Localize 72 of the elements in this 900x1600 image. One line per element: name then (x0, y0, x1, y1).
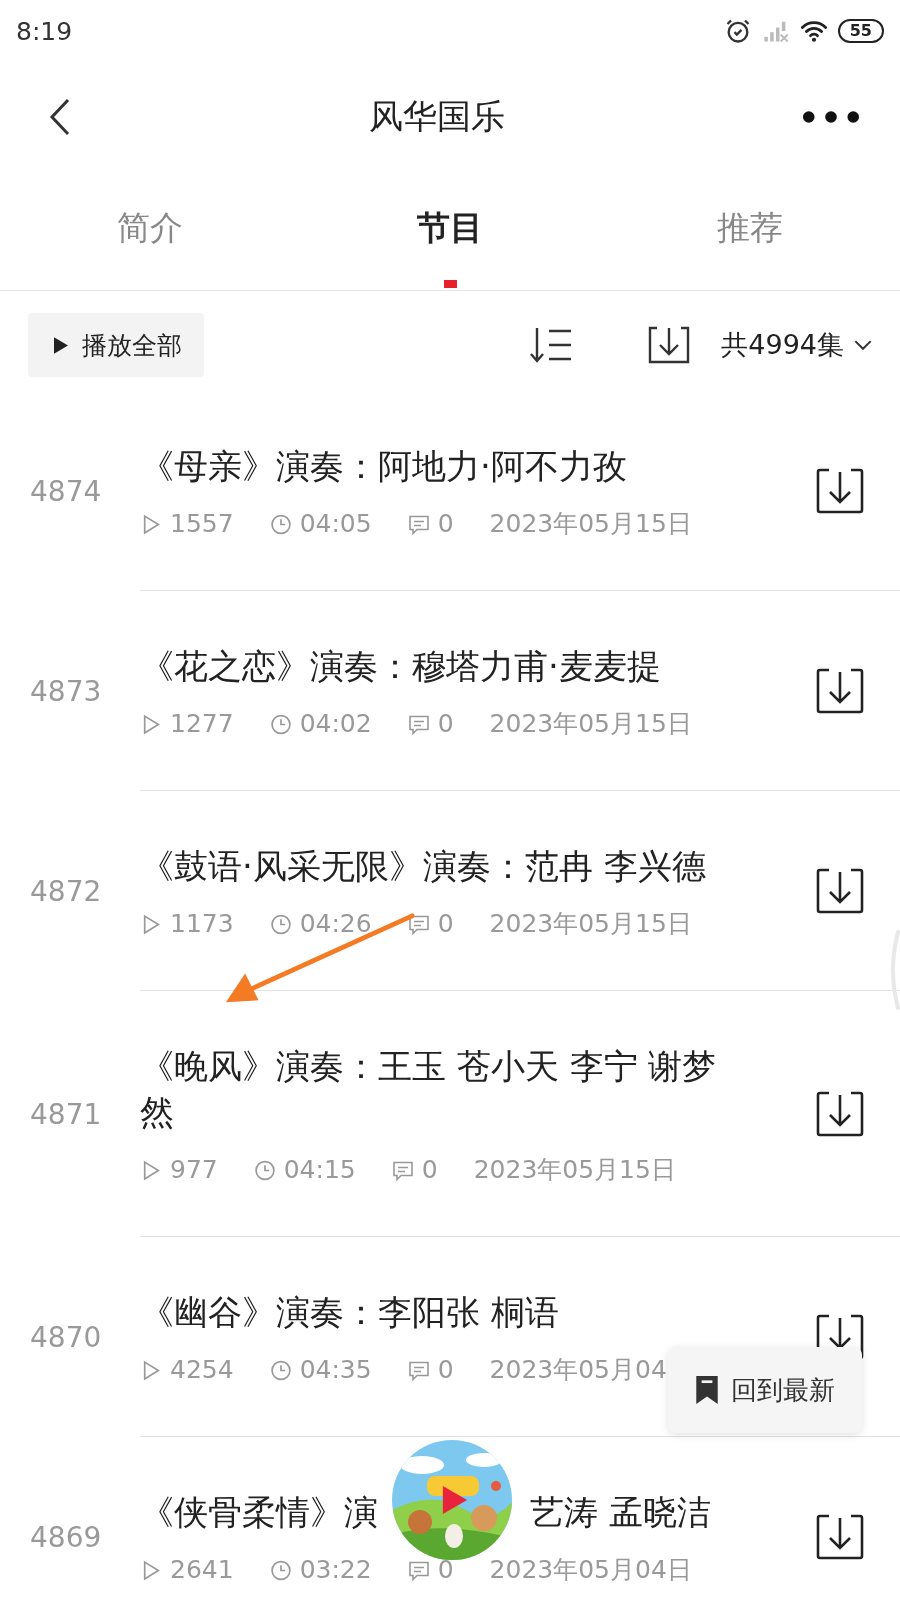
more-icon[interactable] (802, 110, 860, 124)
play-icon[interactable] (441, 1484, 469, 1516)
clock-icon (269, 1359, 292, 1381)
tab-indicator (443, 280, 457, 288)
download-icon[interactable] (816, 1514, 864, 1560)
duration: 04:02 (299, 709, 372, 739)
status-time: 8:19 (16, 16, 73, 46)
comment-count: 0 (421, 1155, 438, 1185)
episode-title[interactable]: 《晚风》演奏：王玉 苍小天 李宁 谢梦然 (140, 1043, 730, 1135)
duration: 04:15 (283, 1155, 356, 1185)
play-icon (54, 336, 68, 354)
publish-date: 2023年05月15日 (473, 1155, 676, 1185)
comment-count: 0 (437, 509, 454, 539)
play-count: 977 (170, 1155, 218, 1185)
battery-indicator: 55 (837, 19, 884, 43)
publish-date: 2023年05月04日 (489, 1555, 692, 1585)
chevron-down-icon (854, 339, 872, 351)
play-all-button[interactable]: 播放全部 (28, 313, 204, 377)
episode-number: 4874 (29, 474, 103, 508)
clock-icon (269, 513, 292, 535)
play-count: 1277 (170, 709, 234, 739)
duration: 03:22 (299, 1555, 372, 1585)
comment-count: 0 (437, 1555, 454, 1585)
clock-icon (253, 1159, 276, 1181)
publish-date: 2023年05月15日 (489, 909, 692, 939)
episode-number: 4870 (29, 1320, 103, 1354)
play-count: 1173 (170, 909, 234, 939)
episode-title[interactable]: 《母亲》演奏：阿地力·阿不力孜 (140, 443, 627, 489)
clock-icon (269, 713, 292, 735)
comment-count: 0 (437, 1355, 454, 1385)
tab[interactable]: 推荐 (717, 206, 783, 251)
episode-title[interactable]: 《幽谷》演奏：李阳张 桐语 (140, 1289, 559, 1335)
duration: 04:05 (299, 509, 372, 539)
episode-count[interactable]: 共4994集 (721, 327, 872, 363)
page-title: 风华国乐 (369, 95, 505, 138)
sort-icon[interactable] (529, 325, 574, 365)
episode-title[interactable]: 《鼓语·风采无限》演奏：范冉 李兴德 (140, 843, 706, 889)
duration: 04:26 (299, 909, 372, 939)
episode-title[interactable]: 《侠骨柔情》演 (140, 1489, 378, 1535)
publish-date: 2023年05月15日 (489, 509, 692, 539)
download-icon[interactable] (816, 1091, 864, 1137)
tab[interactable]: 简介 (117, 206, 183, 251)
episode-number: 4873 (29, 674, 103, 708)
back-to-latest-button[interactable]: 回到最新 (668, 1347, 862, 1433)
comment-icon (407, 713, 430, 735)
duration: 04:35 (299, 1355, 372, 1385)
comment-count: 0 (437, 709, 454, 739)
episode-title[interactable]: 《花之恋》演奏：穆塔力甫·麦麦提 (140, 643, 661, 689)
download-icon[interactable] (647, 325, 692, 365)
clock-icon (269, 1559, 292, 1581)
comment-icon (407, 913, 430, 935)
episode-number: 4869 (29, 1520, 103, 1554)
episode-number: 4871 (29, 1097, 103, 1131)
play-count: 1557 (170, 509, 234, 539)
play-count: 2641 (170, 1555, 234, 1585)
comment-icon (391, 1159, 414, 1181)
episode-number: 4872 (29, 874, 103, 908)
clock-icon (269, 913, 292, 935)
download-icon[interactable] (816, 868, 864, 914)
episode-title[interactable]: 艺涛 孟晓洁 (530, 1489, 711, 1535)
download-icon[interactable] (816, 668, 864, 714)
comment-count: 0 (437, 909, 454, 939)
comment-icon (407, 1559, 430, 1581)
comment-icon (407, 513, 430, 535)
bookmark-icon (695, 1375, 719, 1405)
comment-icon (407, 1359, 430, 1381)
back-icon[interactable] (48, 96, 72, 138)
tab[interactable]: 节目 (417, 206, 483, 251)
publish-date: 2023年05月15日 (489, 709, 692, 739)
publish-date: 2023年05月04 (489, 1355, 667, 1385)
play-count: 4254 (170, 1355, 234, 1385)
download-icon[interactable] (816, 468, 864, 514)
